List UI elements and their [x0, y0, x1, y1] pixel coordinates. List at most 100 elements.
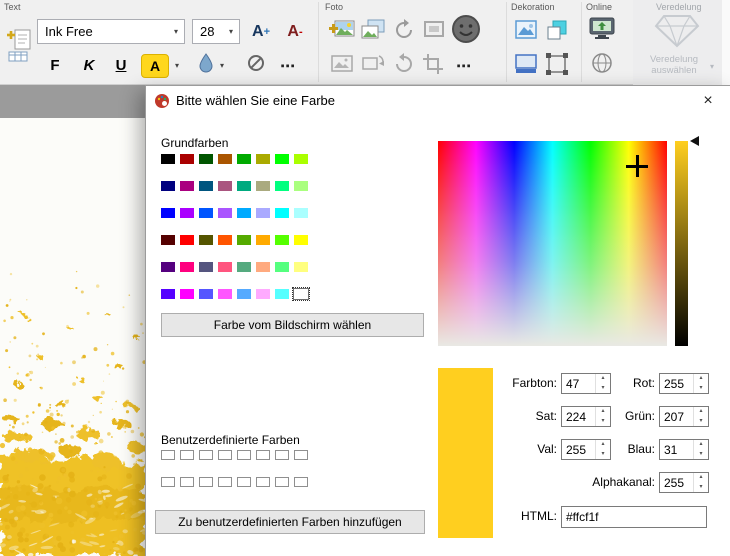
new-text-button[interactable]: [3, 29, 35, 67]
basic-color-swatch[interactable]: [180, 289, 194, 299]
basic-color-swatch[interactable]: [256, 262, 270, 272]
basic-color-swatch[interactable]: [275, 154, 289, 164]
rotate-left-button[interactable]: [390, 53, 418, 79]
basic-color-swatch[interactable]: [180, 154, 194, 164]
basic-color-swatch[interactable]: [218, 235, 232, 245]
green-spinbox[interactable]: 207 ▴▾: [659, 406, 709, 427]
basic-color-swatch[interactable]: [218, 154, 232, 164]
basic-color-swatch[interactable]: [256, 154, 270, 164]
veredelung-select-button[interactable]: Veredelung auswählen: [635, 54, 713, 76]
basic-color-swatch[interactable]: [161, 289, 175, 299]
basic-color-swatch[interactable]: [237, 289, 251, 299]
basic-color-swatch[interactable]: [180, 208, 194, 218]
italic-button[interactable]: K: [75, 52, 103, 79]
hue-saturation-field[interactable]: [438, 141, 667, 346]
photo-frame-button[interactable]: [420, 19, 448, 46]
basic-color-swatch[interactable]: [199, 154, 213, 164]
deco-banner-button[interactable]: [512, 53, 540, 79]
chevron-down-icon[interactable]: ▾: [168, 27, 184, 36]
basic-color-swatch[interactable]: [180, 235, 194, 245]
basic-color-swatch[interactable]: [161, 262, 175, 272]
add-photo-button[interactable]: [328, 19, 356, 46]
basic-color-swatch[interactable]: [180, 181, 194, 191]
basic-color-swatch[interactable]: [275, 208, 289, 218]
basic-color-swatch[interactable]: [294, 154, 308, 164]
deco-shapes-button[interactable]: [543, 19, 571, 46]
blue-value[interactable]: 31: [660, 440, 693, 459]
alpha-spinbox[interactable]: 255 ▴▾: [659, 472, 709, 493]
spin-down-icon[interactable]: ▾: [694, 384, 708, 394]
custom-color-swatch[interactable]: [218, 477, 232, 487]
spin-down-icon[interactable]: ▾: [694, 417, 708, 427]
red-value[interactable]: 255: [660, 374, 693, 393]
dialog-titlebar[interactable]: Bitte wählen Sie eine Farbe ×: [146, 86, 730, 116]
basic-color-swatch[interactable]: [199, 208, 213, 218]
value-slider[interactable]: [675, 141, 688, 346]
spin-up-icon[interactable]: ▴: [694, 374, 708, 384]
custom-color-swatch[interactable]: [275, 450, 289, 460]
basic-color-swatch[interactable]: [294, 181, 308, 191]
basic-color-swatch[interactable]: [237, 154, 251, 164]
font-size-select[interactable]: 28 ▾: [192, 19, 240, 44]
basic-color-swatch[interactable]: [180, 262, 194, 272]
alpha-value[interactable]: 255: [660, 473, 693, 492]
spin-up-icon[interactable]: ▴: [694, 473, 708, 483]
custom-color-swatch[interactable]: [237, 450, 251, 460]
custom-color-swatch[interactable]: [180, 450, 194, 460]
deco-frame-button[interactable]: [543, 53, 571, 79]
basic-color-swatch[interactable]: [199, 289, 213, 299]
basic-color-swatch[interactable]: [199, 262, 213, 272]
basic-color-swatch[interactable]: [256, 235, 270, 245]
online-upload-button[interactable]: [586, 16, 618, 46]
custom-color-swatch[interactable]: [294, 477, 308, 487]
replace-photo-button[interactable]: [359, 53, 387, 79]
underline-button[interactable]: U: [107, 52, 135, 79]
spin-up-icon[interactable]: ▴: [694, 407, 708, 417]
basic-color-swatch[interactable]: [161, 181, 175, 191]
spin-up-icon[interactable]: ▴: [694, 440, 708, 450]
decrease-font-button[interactable]: A-: [280, 19, 310, 45]
basic-color-swatch[interactable]: [237, 262, 251, 272]
chevron-down-icon[interactable]: ▾: [214, 61, 230, 70]
spin-down-icon[interactable]: ▾: [694, 450, 708, 460]
custom-color-swatch[interactable]: [237, 477, 251, 487]
value-slider-arrow[interactable]: [690, 136, 699, 146]
basic-color-swatch[interactable]: [256, 289, 270, 299]
crop-button[interactable]: [420, 53, 448, 79]
add-custom-colors-button[interactable]: Zu benutzerdefinierten Farben hinzufügen: [155, 510, 425, 534]
chevron-down-icon[interactable]: ▾: [223, 27, 239, 36]
basic-color-swatch[interactable]: [218, 289, 232, 299]
font-family-select[interactable]: Ink Free ▾: [37, 19, 185, 44]
online-globe-button[interactable]: [588, 52, 616, 78]
custom-color-swatch[interactable]: [180, 477, 194, 487]
basic-color-swatch[interactable]: [199, 235, 213, 245]
chevron-down-icon[interactable]: ▾: [710, 62, 714, 71]
red-spinbox[interactable]: 255 ▴▾: [659, 373, 709, 394]
basic-color-swatch[interactable]: [218, 181, 232, 191]
custom-color-swatch[interactable]: [294, 450, 308, 460]
photo-thumbnail-button[interactable]: [328, 53, 356, 79]
basic-color-swatch[interactable]: [294, 208, 308, 218]
basic-color-swatch[interactable]: [237, 208, 251, 218]
no-color-button[interactable]: [242, 52, 270, 79]
deco-image-button[interactable]: [512, 19, 540, 46]
basic-color-swatch[interactable]: [237, 181, 251, 191]
green-value[interactable]: 207: [660, 407, 693, 426]
arrange-photos-button[interactable]: [359, 19, 387, 46]
chevron-down-icon[interactable]: ▾: [169, 61, 185, 70]
basic-color-swatch[interactable]: [275, 262, 289, 272]
basic-color-swatch[interactable]: [237, 235, 251, 245]
blue-spinbox[interactable]: 31 ▴▾: [659, 439, 709, 460]
basic-color-swatch[interactable]: [161, 154, 175, 164]
basic-color-swatch[interactable]: [294, 289, 308, 299]
custom-color-swatch[interactable]: [218, 450, 232, 460]
basic-color-swatch[interactable]: [275, 235, 289, 245]
basic-color-swatch[interactable]: [256, 181, 270, 191]
custom-color-swatch[interactable]: [256, 477, 270, 487]
spin-down-icon[interactable]: ▾: [694, 483, 708, 493]
basic-color-swatch[interactable]: [199, 181, 213, 191]
basic-color-swatch[interactable]: [218, 262, 232, 272]
smiley-button[interactable]: [449, 14, 483, 48]
photo-more-button[interactable]: ⋯: [450, 53, 478, 79]
font-color-button[interactable]: A ▾: [136, 51, 190, 80]
